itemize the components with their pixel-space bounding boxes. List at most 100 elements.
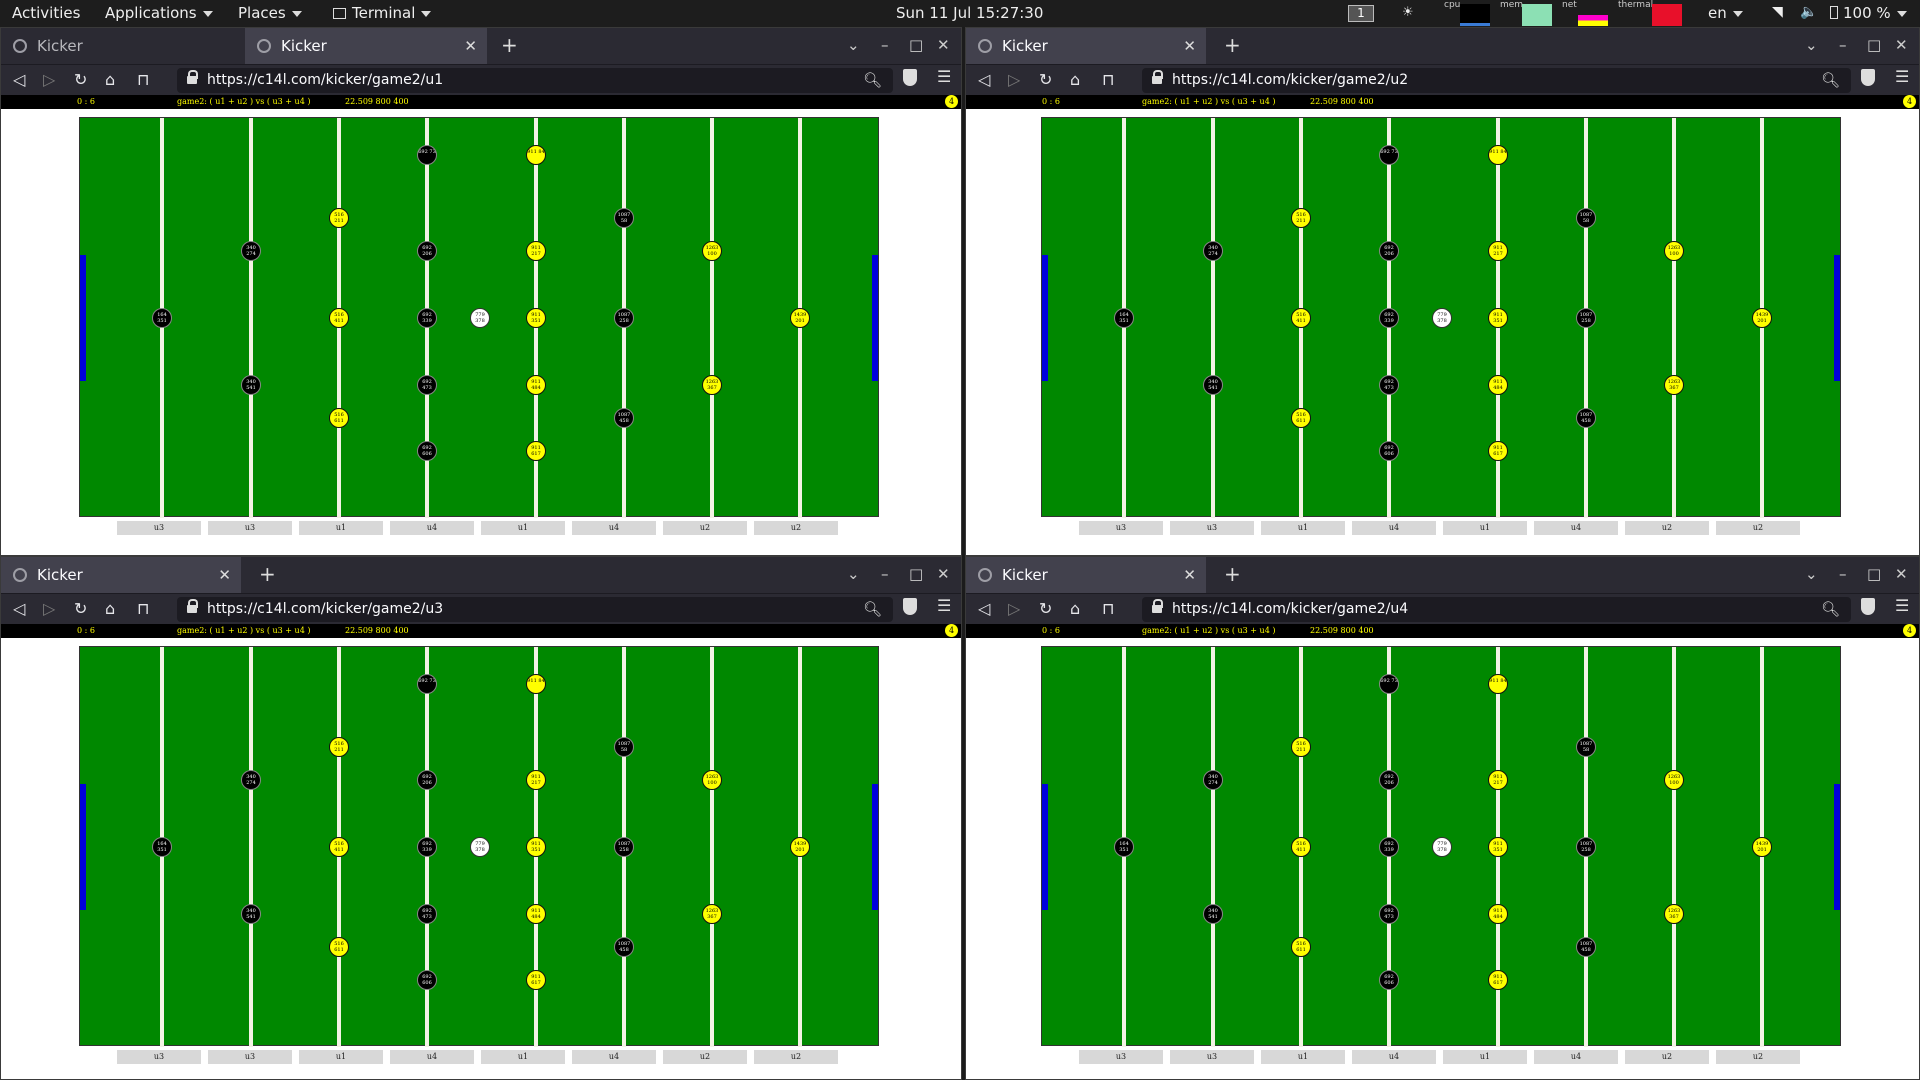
new-tab-button[interactable]: + [259,557,276,591]
player-figure[interactable]: 1087 458 [614,937,634,957]
player-figure[interactable]: 516 611 [329,937,349,957]
reload-icon[interactable]: ↻ [1039,598,1052,620]
close-tab-icon[interactable]: ✕ [218,557,231,593]
kicker-field[interactable]: 164 351 340 274 340 541 516 211 516 411 516 611 692 … [79,117,879,518]
shield-icon[interactable] [1861,598,1875,615]
player-figure[interactable]: 1087 458 [614,408,634,428]
list-all-tabs-icon[interactable]: ⌄ [847,28,860,62]
player-figure[interactable]: 692 606 [1379,441,1399,461]
player-figure[interactable]: 692 473 [417,375,437,395]
player-figure[interactable]: 340 274 [241,241,261,261]
maximize-icon[interactable]: □ [1867,557,1881,591]
player-figure[interactable]: 1087 258 [1576,308,1596,328]
reload-icon[interactable]: ↻ [1039,69,1052,91]
tab-kicker-active[interactable]: Kicker ✕ [966,557,1206,593]
player-figure[interactable]: 340 541 [1203,904,1223,924]
home-icon[interactable]: ⌂ [1070,598,1080,620]
player-figure[interactable]: 1263 100 [702,770,722,790]
player-figure[interactable]: 911 484 [1488,375,1508,395]
list-all-tabs-icon[interactable]: ⌄ [1805,28,1818,62]
player-figure[interactable]: 1087 458 [1576,937,1596,957]
forward-icon[interactable]: ▷ [1008,598,1020,620]
player-figure[interactable]: 340 274 [241,770,261,790]
list-all-tabs-icon[interactable]: ⌄ [847,557,860,591]
player-figure[interactable]: 1263 100 [1664,770,1684,790]
player-figure[interactable]: 911 617 [1488,441,1508,461]
terminal-menu[interactable]: Terminal [333,4,432,22]
new-tab-button[interactable]: + [1224,28,1241,62]
player-figure[interactable]: 911 617 [526,441,546,461]
hamburger-menu-icon[interactable]: ☰ [1895,596,1909,615]
player-figure[interactable]: 340 541 [1203,375,1223,395]
minimize-icon[interactable]: – [1839,28,1847,62]
forward-icon[interactable]: ▷ [43,598,55,620]
player-figure[interactable]: 692 73 [417,145,437,165]
bookmark-icon[interactable]: ⊓ [1102,598,1114,620]
player-figure[interactable]: 516 211 [1291,208,1311,228]
player-figure[interactable]: 516 611 [329,408,349,428]
player-figure[interactable]: 911 617 [526,970,546,990]
zoom-icon[interactable]: 🔍︎ [1821,68,1840,93]
player-figure[interactable]: 692 339 [1379,308,1399,328]
player-figure[interactable]: 1087 258 [1576,837,1596,857]
player-figure[interactable]: 692 339 [417,837,437,857]
player-figure[interactable]: 692 339 [1379,837,1399,857]
player-figure[interactable]: 692 206 [417,241,437,261]
player-figure[interactable]: 911 484 [526,904,546,924]
player-figure[interactable]: 692 606 [1379,970,1399,990]
tab-kicker-background[interactable]: Kicker [1,28,243,64]
player-figure[interactable]: 692 206 [417,770,437,790]
player-figure[interactable]: 1087 58 [1576,737,1596,757]
player-figure[interactable]: 516 211 [329,737,349,757]
bookmark-icon[interactable]: ⊓ [137,598,149,620]
maximize-icon[interactable]: □ [909,28,923,62]
home-icon[interactable]: ⌂ [105,69,115,91]
close-window-icon[interactable]: ✕ [1895,28,1908,62]
zoom-icon[interactable]: 🔍︎ [863,597,882,622]
player-figure[interactable]: 340 541 [241,375,261,395]
player-figure[interactable]: 911 217 [1488,241,1508,261]
player-figure[interactable]: 692 73 [1379,674,1399,694]
player-figure[interactable]: 340 274 [1203,770,1223,790]
kicker-field[interactable]: 164 351 340 274 340 541 516 211 516 411 516 611 692 … [1041,117,1841,518]
player-figure[interactable]: 1439 201 [790,308,810,328]
player-figure[interactable]: 692 206 [1379,770,1399,790]
player-figure[interactable]: 164 351 [1114,837,1134,857]
url-bar[interactable]: https://c14l.com/kicker/game2/u2 🔍︎ [1142,68,1851,93]
player-figure[interactable]: 164 351 [152,837,172,857]
player-figure[interactable]: 911 84 [1488,674,1508,694]
url-bar[interactable]: https://c14l.com/kicker/game2/u3 🔍︎ [177,597,893,622]
shield-icon[interactable] [903,69,917,86]
player-figure[interactable]: 164 351 [152,308,172,328]
activities-button[interactable]: Activities [12,4,80,22]
player-figure[interactable]: 164 351 [1114,308,1134,328]
player-figure[interactable]: 692 473 [1379,904,1399,924]
player-figure[interactable]: 516 211 [1291,737,1311,757]
applications-menu[interactable]: Applications [105,4,213,22]
close-tab-icon[interactable]: ✕ [464,28,477,64]
player-figure[interactable]: 692 339 [417,308,437,328]
player-figure[interactable]: 516 211 [329,208,349,228]
tab-kicker-active[interactable]: Kicker ✕ [1,557,241,593]
player-figure[interactable]: 692 606 [417,441,437,461]
player-figure[interactable]: 911 484 [1488,904,1508,924]
clock[interactable]: Sun 11 Jul 15:27:30 [896,4,1043,22]
player-figure[interactable]: 516 411 [1291,308,1311,328]
player-figure[interactable]: 692 206 [1379,241,1399,261]
player-figure[interactable]: 911 217 [526,770,546,790]
bookmark-icon[interactable]: ⊓ [1102,69,1114,91]
hamburger-menu-icon[interactable]: ☰ [1895,67,1909,86]
hamburger-menu-icon[interactable]: ☰ [937,67,951,86]
player-figure[interactable]: 1263 100 [702,241,722,261]
player-figure[interactable]: 1263 367 [702,904,722,924]
shield-icon[interactable] [903,598,917,615]
player-figure[interactable]: 1087 58 [614,208,634,228]
player-figure[interactable]: 1087 58 [614,737,634,757]
player-figure[interactable]: 1087 58 [1576,208,1596,228]
player-figure[interactable]: 911 351 [526,308,546,328]
new-tab-button[interactable]: + [501,28,518,62]
language-menu[interactable]: en [1708,4,1743,22]
bookmark-icon[interactable]: ⊓ [137,69,149,91]
player-figure[interactable]: 692 473 [1379,375,1399,395]
maximize-icon[interactable]: □ [1867,28,1881,62]
